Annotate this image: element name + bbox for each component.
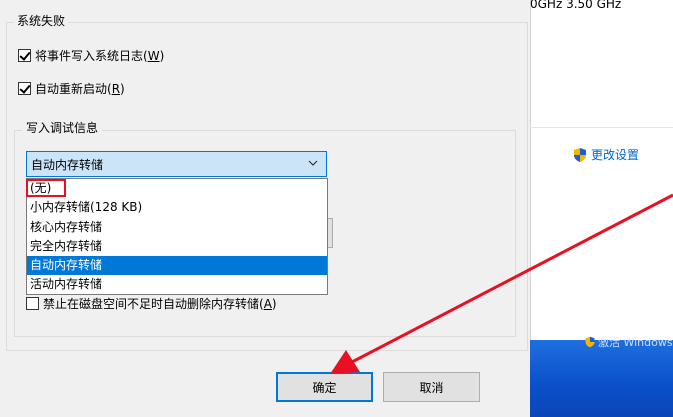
dropdown-option-complete-dump[interactable]: 完全内存转储 [27,237,327,256]
dropdown-option-small-dump[interactable]: 小内存转储(128 KB) [27,198,327,217]
dropdown-option-kernel-dump[interactable]: 核心内存转储 [27,218,327,237]
uac-shield-icon [585,336,595,348]
auto-restart-checkbox[interactable] [18,82,31,95]
dropdown-option-automatic-dump[interactable]: 自动内存转储 [27,256,327,276]
dropdown-option-active-dump[interactable]: 活动内存转储 [27,275,327,294]
chevron-down-icon [308,160,318,166]
change-settings-label: 更改设置 [591,148,640,162]
auto-restart-label: 自动重新启动(R) [35,82,125,96]
cancel-button[interactable]: 取消 [383,372,480,402]
dump-type-select[interactable]: 自动内存转储 [26,151,327,177]
system-properties-dialog: 系统失败 将事件写入系统日志(W) 自动重新启动(R) 写入调试信息 自动内存转… [0,0,530,417]
change-settings-link[interactable]: 更改设置 [572,146,639,163]
write-event-log-option[interactable]: 将事件写入系统日志(W) [18,47,164,64]
disable-auto-delete-option[interactable]: 禁止在磁盘空间不足时自动删除内存转储(A) [26,295,277,312]
divider [530,127,673,128]
disable-auto-delete-label: 禁止在磁盘空间不足时自动删除内存转储(A) [43,297,277,311]
dump-type-dropdown[interactable]: (无) 小内存转储(128 KB) 核心内存转储 完全内存转储 自动内存转储 活… [26,178,328,295]
write-event-log-checkbox[interactable] [18,49,31,62]
annotation-highlight-box [26,179,66,197]
ok-button[interactable]: 确定 [276,372,373,402]
dump-type-selected: 自动内存转储 [31,157,104,172]
desktop-background [530,340,673,417]
write-event-log-label: 将事件写入系统日志(W) [35,49,165,63]
system-failure-title: 系统失败 [14,12,69,29]
disable-auto-delete-checkbox[interactable] [26,297,39,310]
dropdown-option-none[interactable]: (无) [27,179,327,198]
system-info-window [530,0,673,340]
activate-windows-text: 激活 Windows [598,336,673,349]
processor-speed: 0GHz 3.50 GHz [530,0,622,11]
debug-info-title: 写入调试信息 [22,119,103,136]
uac-shield-icon [574,147,586,162]
auto-restart-option[interactable]: 自动重新启动(R) [18,80,125,97]
